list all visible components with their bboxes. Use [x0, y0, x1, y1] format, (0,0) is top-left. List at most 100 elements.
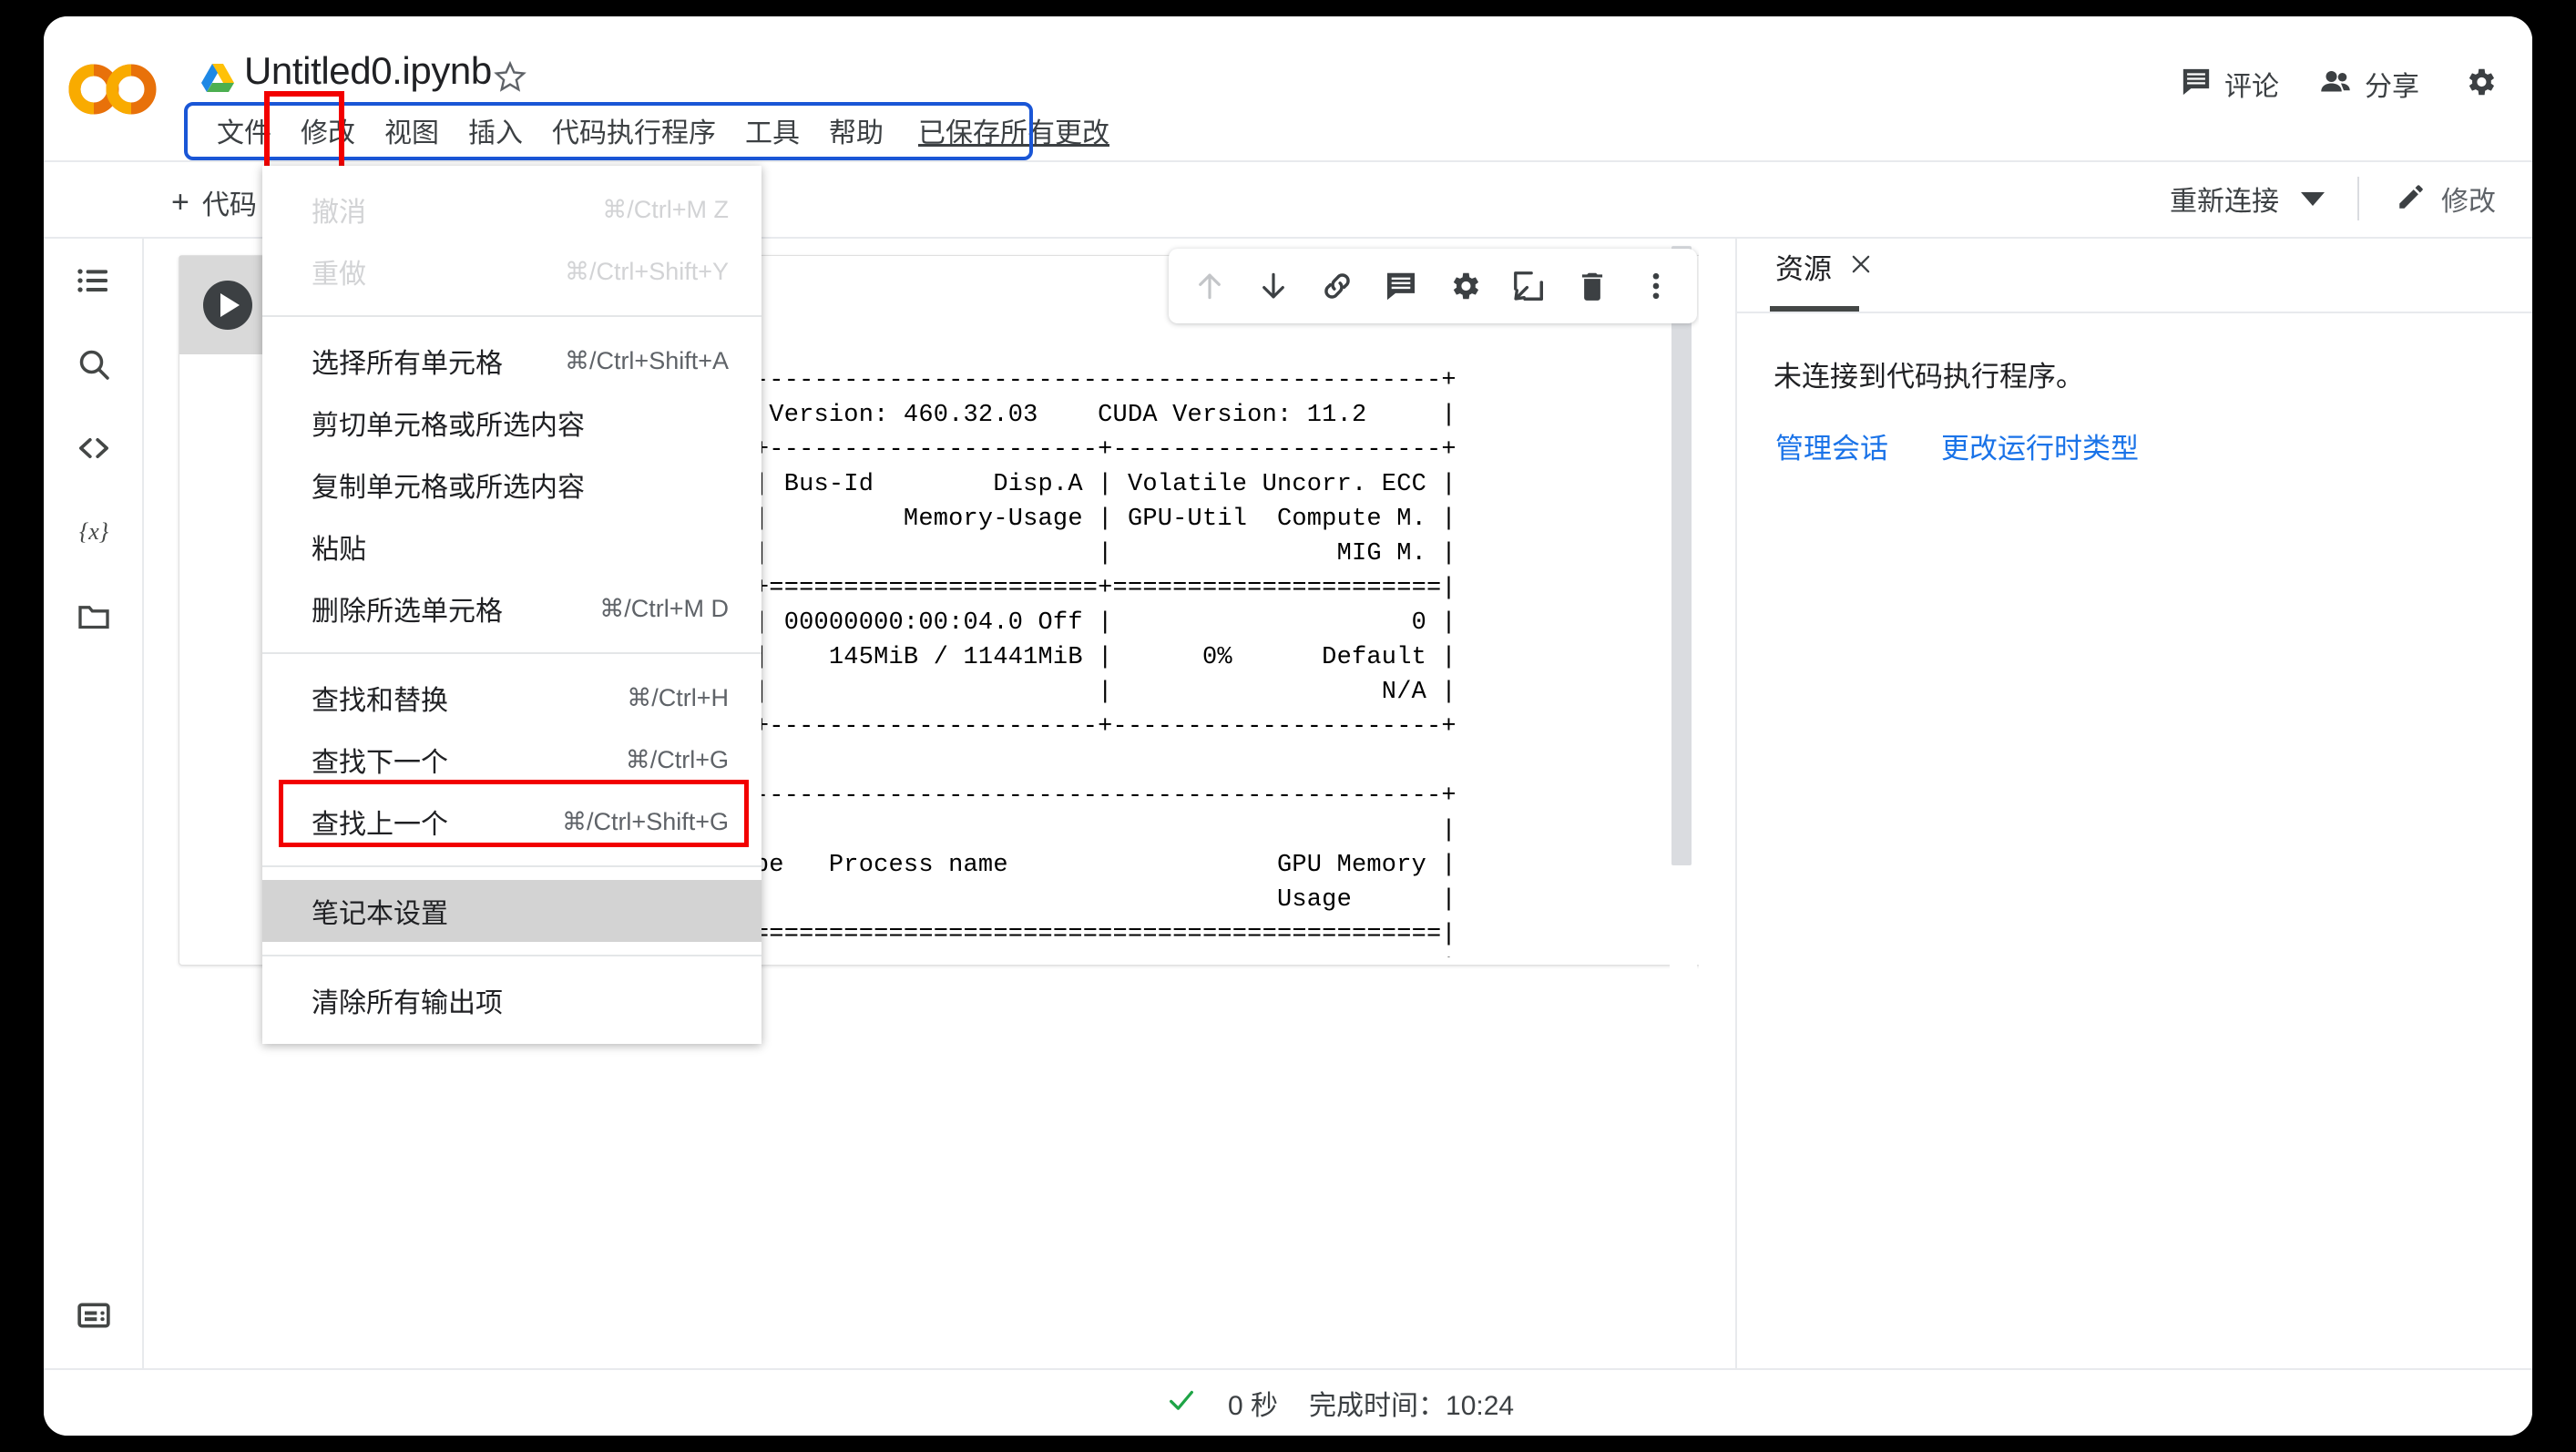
tab-active-underline — [1770, 306, 1859, 312]
menu-clear-all-outputs-label: 清除所有输出项 — [312, 988, 503, 1018]
menu-redo-label: 重做 — [312, 260, 366, 290]
chevron-down-icon — [2301, 191, 2325, 206]
completion-time: 完成时间：10:24 — [1309, 1391, 1515, 1421]
move-cell-down-icon[interactable] — [1245, 258, 1302, 314]
edit-mode-button[interactable]: 修改 — [2376, 169, 2516, 228]
menu-undo-label: 撤消 — [312, 198, 366, 228]
menu-find-next[interactable]: 查找下一个 ⌘/Ctrl+G — [262, 729, 762, 791]
settings-button[interactable] — [2439, 57, 2512, 111]
menu-paste-label: 粘贴 — [312, 535, 366, 565]
menu-undo: 撤消 ⌘/Ctrl+M Z — [262, 179, 762, 240]
menu-view[interactable]: 视图 — [370, 105, 454, 156]
menu-paste[interactable]: 粘贴 — [262, 516, 762, 578]
pencil-icon — [2396, 181, 2427, 217]
resources-tab-row: 资源 — [1737, 239, 2532, 313]
manage-sessions-link[interactable]: 管理会话 — [1775, 425, 1888, 466]
more-options-icon[interactable] — [1628, 258, 1684, 314]
toolbar-right-actions: 重新连接 修改 — [2153, 169, 2516, 228]
page-title[interactable]: Untitled0.ipynb — [244, 49, 492, 93]
play-icon[interactable] — [203, 281, 252, 330]
cell-toolbar — [1169, 249, 1697, 323]
scrollbar-thumb[interactable] — [1671, 246, 1692, 865]
google-drive-icon — [200, 62, 235, 93]
star-outline-icon[interactable] — [494, 60, 526, 93]
menu-undo-shortcut: ⌘/Ctrl+M Z — [602, 195, 729, 223]
share-button[interactable]: 分享 — [2299, 56, 2439, 111]
menu-separator — [262, 315, 762, 317]
menu-notebook-settings-label: 笔记本设置 — [312, 899, 448, 929]
search-icon[interactable] — [44, 322, 144, 406]
add-code-cell-button[interactable]: + 代码 — [160, 173, 268, 231]
menu-redo-shortcut: ⌘/Ctrl+Shift+Y — [564, 257, 729, 285]
execution-duration: 0 秒 — [1228, 1391, 1279, 1421]
add-comment-icon[interactable] — [1373, 258, 1429, 314]
people-icon — [2319, 66, 2352, 103]
menu-redo: 重做 ⌘/Ctrl+Shift+Y — [262, 240, 762, 302]
menu-tools[interactable]: 工具 — [731, 105, 814, 156]
variables-icon[interactable]: {x} — [44, 490, 144, 574]
menu-bar: 文件 修改 视图 插入 代码执行程序 工具 帮助 已保存所有更改 — [189, 104, 1137, 157]
menu-copy-cell[interactable]: 复制单元格或所选内容 — [262, 454, 762, 516]
menu-find-replace-shortcut: ⌘/Ctrl+H — [627, 683, 729, 711]
close-icon[interactable] — [1848, 251, 1874, 281]
menu-clear-all-outputs[interactable]: 清除所有输出项 — [262, 969, 762, 1031]
menu-notebook-settings[interactable]: 笔记本设置 — [262, 880, 762, 942]
reconnect-button[interactable]: 重新连接 — [2153, 169, 2341, 228]
cell-settings-gear-icon[interactable] — [1436, 258, 1493, 314]
comment-label: 评论 — [2224, 72, 2279, 102]
menu-runtime[interactable]: 代码执行程序 — [537, 105, 731, 156]
menu-cut-cell[interactable]: 剪切单元格或所选内容 — [262, 392, 762, 454]
plus-icon: + — [171, 185, 189, 220]
menu-find-next-shortcut: ⌘/Ctrl+G — [625, 745, 729, 773]
header-actions: 评论 分享 — [2161, 56, 2512, 111]
menu-delete-cell-label: 删除所选单元格 — [312, 597, 503, 627]
menu-delete-cell[interactable]: 删除所选单元格 ⌘/Ctrl+M D — [262, 578, 762, 639]
terminal-icon[interactable] — [44, 1273, 144, 1357]
menu-separator — [262, 652, 762, 654]
tab-resources-label: 资源 — [1775, 253, 1832, 285]
code-snippets-icon[interactable] — [44, 406, 144, 490]
runtime-status-message: 未连接到代码执行程序。 — [1774, 361, 2084, 393]
menu-copy-cell-label: 复制单元格或所选内容 — [312, 473, 585, 503]
menu-delete-cell-shortcut: ⌘/Ctrl+M D — [599, 594, 729, 622]
comment-icon — [2181, 66, 2212, 102]
menu-find-replace[interactable]: 查找和替换 ⌘/Ctrl+H — [262, 667, 762, 729]
edit-dropdown-menu: 撤消 ⌘/Ctrl+M Z 重做 ⌘/Ctrl+Shift+Y 选择所有单元格 ⌘/Ctr… — [262, 166, 762, 1044]
link-to-cell-icon[interactable] — [1309, 258, 1365, 314]
files-folder-icon[interactable] — [44, 574, 144, 658]
checkmark-icon — [1166, 1385, 1197, 1421]
edit-label: 修改 — [2441, 187, 2496, 217]
colab-window: Untitled0.ipynb 文件 修改 视图 插入 代码执行程序 工具 帮助… — [44, 16, 2532, 1436]
left-sidebar-rail: {x} — [44, 239, 144, 1368]
menu-file[interactable]: 文件 — [202, 105, 286, 156]
delete-cell-icon[interactable] — [1564, 258, 1620, 314]
saved-status-label[interactable]: 已保存所有更改 — [898, 105, 1124, 156]
menu-find-next-label: 查找下一个 — [312, 748, 448, 778]
menu-select-all-cells[interactable]: 选择所有单元格 ⌘/Ctrl+Shift+A — [262, 330, 762, 392]
menu-edit[interactable]: 修改 — [286, 105, 370, 156]
gear-icon — [2463, 68, 2498, 103]
resources-links: 管理会话 更改运行时类型 — [1775, 425, 2532, 466]
open-in-new-tab-icon[interactable] — [1500, 258, 1557, 314]
menu-select-all-cells-label: 选择所有单元格 — [312, 349, 503, 379]
move-cell-up-icon[interactable] — [1181, 258, 1238, 314]
notebook-scrollbar[interactable] — [1670, 239, 1697, 1368]
menu-cut-cell-label: 剪切单元格或所选内容 — [312, 411, 585, 441]
comment-button[interactable]: 评论 — [2161, 56, 2299, 111]
colab-logo-icon[interactable] — [64, 58, 164, 120]
app-header: Untitled0.ipynb 文件 修改 视图 插入 代码执行程序 工具 帮助… — [44, 16, 2532, 173]
svg-text:{x}: {x} — [79, 518, 109, 545]
menu-find-previous[interactable]: 查找上一个 ⌘/Ctrl+Shift+G — [262, 791, 762, 853]
resources-panel: 资源 未连接到代码执行程序。 管理会话 更改运行时类型 — [1735, 239, 2532, 1368]
toolbar-divider — [2357, 177, 2359, 220]
status-bar: 0 秒 完成时间：10:24 — [44, 1368, 2532, 1436]
menu-select-all-cells-shortcut: ⌘/Ctrl+Shift+A — [564, 346, 729, 374]
play-triangle — [220, 293, 240, 317]
status-bar-content: 0 秒 完成时间：10:24 — [1166, 1383, 1514, 1423]
menu-help[interactable]: 帮助 — [814, 105, 898, 156]
table-of-contents-icon[interactable] — [44, 239, 144, 322]
reconnect-label: 重新连接 — [2170, 187, 2279, 217]
change-runtime-type-link[interactable]: 更改运行时类型 — [1941, 425, 2139, 466]
tab-resources[interactable]: 资源 — [1770, 239, 1883, 287]
menu-insert[interactable]: 插入 — [454, 105, 537, 156]
